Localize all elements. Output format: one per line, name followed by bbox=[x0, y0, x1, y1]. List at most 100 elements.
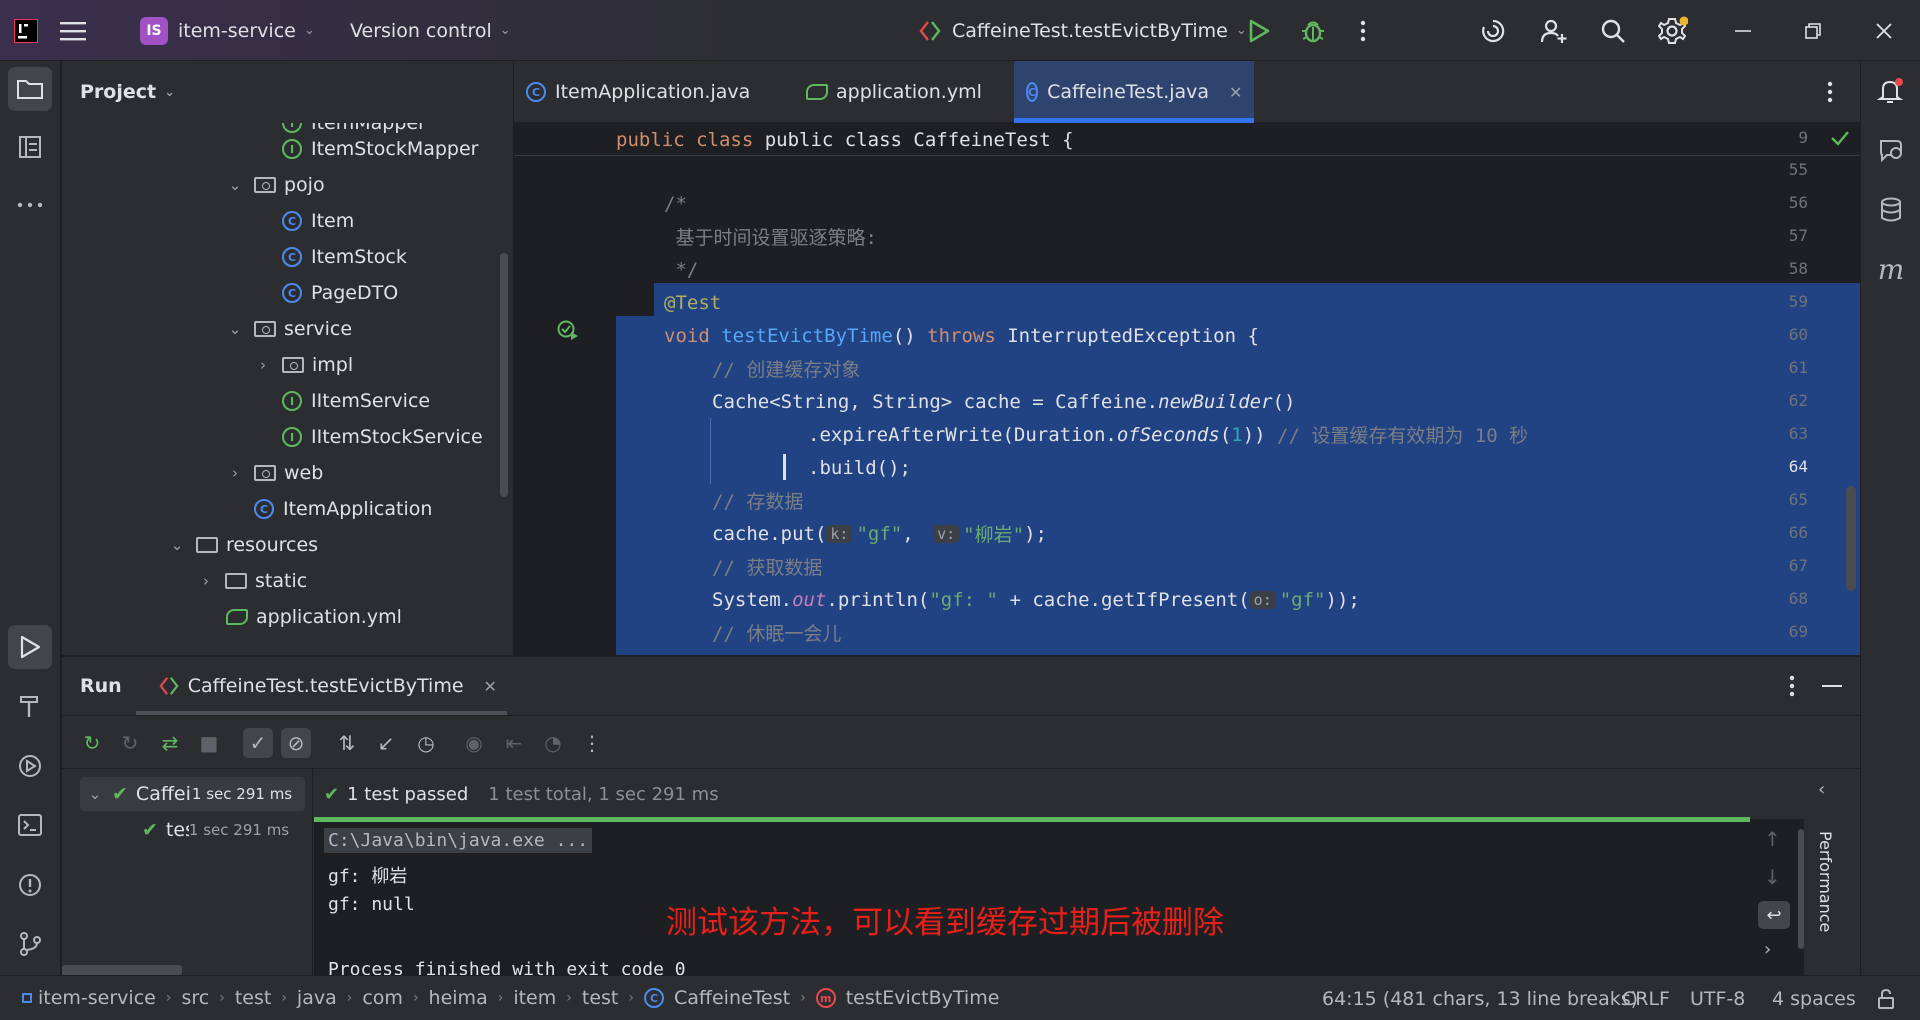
run-tool-icon[interactable] bbox=[8, 625, 52, 669]
performance-tab[interactable]: Performance bbox=[1816, 831, 1835, 932]
show-passed-icon[interactable]: ✓ bbox=[243, 728, 273, 758]
breadcrumb-item[interactable]: heima bbox=[429, 987, 488, 1009]
breadcrumb-item[interactable]: test bbox=[235, 987, 272, 1009]
sort-alpha-icon[interactable]: ⇅ bbox=[332, 728, 362, 758]
maven-icon[interactable]: m bbox=[1869, 247, 1913, 291]
caret-position[interactable]: 64:15 (481 chars, 13 line breaks) bbox=[1322, 976, 1638, 1020]
run-test-gutter-icon[interactable] bbox=[557, 320, 579, 347]
tree-item[interactable]: C ItemApplication bbox=[254, 491, 432, 527]
tree-item[interactable]: C ItemStock bbox=[282, 239, 407, 275]
minimize-icon[interactable] bbox=[1733, 0, 1753, 61]
sticky-header[interactable]: 9 public class public class CaffeineTest… bbox=[514, 123, 1860, 156]
code-editor[interactable]: 55 56 57 58 59 60 61 62 63 64 65 66 67 6… bbox=[514, 123, 1860, 655]
indent-setting[interactable]: 4 spaces bbox=[1772, 976, 1856, 1020]
chevron-right-icon[interactable]: › bbox=[252, 356, 274, 374]
project-scrollbar[interactable] bbox=[500, 253, 508, 497]
toggle-auto-test-icon[interactable]: ⇄ bbox=[155, 728, 185, 758]
project-selector[interactable]: IS item-service ⌄ bbox=[140, 0, 315, 61]
toolbar-more-icon[interactable]: ⋮ bbox=[577, 728, 607, 758]
settings-gear-icon[interactable] bbox=[1658, 0, 1688, 61]
breadcrumb-item[interactable]: item-service bbox=[38, 987, 156, 1009]
tree-item[interactable]: › web bbox=[224, 455, 323, 491]
run-more-icon[interactable] bbox=[1789, 674, 1795, 703]
chevron-right-icon[interactable]: › bbox=[195, 572, 217, 590]
rerun-failed-icon[interactable]: ↻ bbox=[115, 728, 145, 758]
inspection-ok-icon[interactable] bbox=[1830, 129, 1850, 152]
up-arrow-icon[interactable]: ↑ bbox=[1764, 827, 1781, 851]
tree-item[interactable]: application.yml bbox=[226, 599, 402, 635]
tree-item[interactable]: › static bbox=[195, 563, 307, 599]
tab-caffeinetest[interactable]: C CaffeineTest.java ✕ bbox=[1014, 61, 1254, 123]
hide-panel-icon[interactable] bbox=[1822, 685, 1842, 687]
search-icon[interactable] bbox=[1600, 0, 1626, 61]
run-tab[interactable]: CaffeineTest.testEvictByTime ✕ bbox=[135, 657, 507, 715]
services-icon[interactable] bbox=[8, 744, 52, 788]
tree-item[interactable]: I IItemService bbox=[282, 383, 430, 419]
chevron-left-icon[interactable]: ‹ bbox=[1818, 779, 1825, 800]
breadcrumb-item[interactable]: CaffeineTest bbox=[674, 987, 790, 1009]
tree-item[interactable]: ⌄ pojo bbox=[224, 167, 325, 203]
run-icon[interactable] bbox=[1248, 0, 1270, 61]
tab-application-yml[interactable]: application.yml bbox=[794, 61, 1014, 123]
chevron-down-icon[interactable]: ⌄ bbox=[166, 536, 188, 554]
tab-itemapplication[interactable]: C ItemApplication.java bbox=[514, 61, 782, 123]
tree-item[interactable]: I IItemStockService bbox=[282, 419, 483, 455]
add-user-icon[interactable] bbox=[1540, 0, 1568, 61]
close-tab-icon[interactable]: ✕ bbox=[1229, 83, 1242, 102]
tree-item[interactable]: ⌄ service bbox=[224, 311, 352, 347]
file-encoding[interactable]: UTF-8 bbox=[1690, 976, 1745, 1020]
breadcrumb-item[interactable]: java bbox=[297, 987, 337, 1009]
tabs-more-icon[interactable] bbox=[1827, 80, 1833, 109]
git-icon[interactable] bbox=[8, 922, 52, 966]
breadcrumb-item[interactable]: test bbox=[582, 987, 619, 1009]
tree-item[interactable]: C Item bbox=[282, 203, 354, 239]
breadcrumb-item[interactable]: src bbox=[181, 987, 209, 1009]
test-case-row[interactable]: ✔ tes 1 sec 291 ms bbox=[142, 813, 289, 847]
line-separator[interactable]: CRLF bbox=[1622, 976, 1670, 1020]
collapse-icon[interactable]: ↙ bbox=[371, 728, 401, 758]
coverage-icon[interactable]: ◔ bbox=[538, 728, 568, 758]
jetbrains-logo-icon[interactable] bbox=[14, 0, 38, 61]
notifications-bell-icon[interactable] bbox=[1869, 69, 1913, 113]
run-config-selector[interactable]: CaffeineTest.testEvictByTime ⌄ bbox=[918, 0, 1247, 61]
sort-duration-icon[interactable]: ◷ bbox=[411, 728, 441, 758]
breadcrumb-item[interactable]: item bbox=[513, 987, 556, 1009]
main-menu-icon[interactable] bbox=[60, 0, 86, 61]
chevron-right-icon[interactable]: › bbox=[224, 464, 246, 482]
lock-icon[interactable] bbox=[1876, 976, 1896, 1020]
soft-wrap-icon[interactable]: ↩ bbox=[1758, 901, 1790, 929]
project-panel-header[interactable]: Project ⌄ bbox=[62, 61, 513, 123]
tree-item[interactable]: ⌄ resources bbox=[166, 527, 318, 563]
console-output[interactable]: ✔ 1 test passed 1 test total, 1 sec 291 … bbox=[314, 769, 1804, 976]
structure-icon[interactable] bbox=[8, 125, 52, 169]
vcs-menu[interactable]: Version control ⌄ bbox=[350, 0, 511, 61]
project-folder-icon[interactable] bbox=[8, 67, 52, 111]
chevron-right-icon[interactable]: › bbox=[1764, 939, 1771, 960]
test-suite-row[interactable]: ⌄ ✔ Caffei 1 sec 291 ms bbox=[84, 777, 292, 811]
database-icon[interactable] bbox=[1869, 188, 1913, 232]
editor-scrollbar[interactable] bbox=[1846, 486, 1856, 591]
down-arrow-icon[interactable]: ↓ bbox=[1764, 865, 1781, 889]
close-tab-icon[interactable]: ✕ bbox=[484, 677, 497, 696]
export-icon[interactable]: ⇤ bbox=[499, 728, 529, 758]
tree-item[interactable]: C PageDTO bbox=[282, 275, 398, 311]
ai-chat-icon[interactable] bbox=[1869, 128, 1913, 172]
more-tools-icon[interactable] bbox=[8, 183, 52, 227]
chevron-down-icon[interactable]: ⌄ bbox=[224, 320, 246, 338]
close-window-icon[interactable] bbox=[1875, 0, 1893, 61]
tree-item[interactable]: › impl bbox=[252, 347, 353, 383]
ai-assistant-icon[interactable] bbox=[1480, 0, 1506, 61]
chevron-down-icon[interactable]: ⌄ bbox=[84, 785, 106, 803]
show-ignored-icon[interactable]: ⊘ bbox=[281, 728, 311, 758]
rerun-icon[interactable]: ↻ bbox=[77, 728, 107, 758]
build-hammer-icon[interactable] bbox=[8, 684, 52, 728]
restore-icon[interactable] bbox=[1804, 0, 1822, 61]
snapshot-icon[interactable]: ◉ bbox=[459, 728, 489, 758]
breadcrumb-item[interactable]: com bbox=[362, 987, 403, 1009]
terminal-icon[interactable] bbox=[8, 803, 52, 847]
chevron-down-icon[interactable]: ⌄ bbox=[224, 176, 246, 194]
problems-icon[interactable] bbox=[8, 863, 52, 907]
debug-icon[interactable] bbox=[1300, 0, 1326, 61]
breadcrumb-item[interactable]: testEvictByTime bbox=[846, 987, 1000, 1009]
stop-icon[interactable]: ■ bbox=[194, 728, 224, 758]
